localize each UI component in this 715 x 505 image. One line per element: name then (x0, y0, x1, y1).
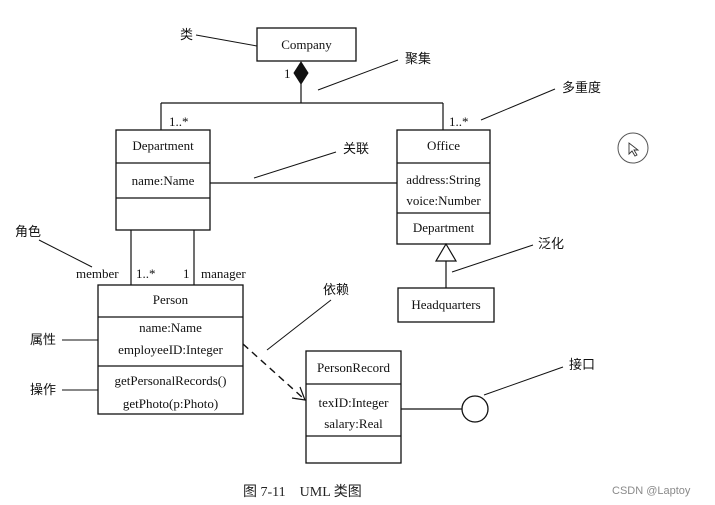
class-department: Department name:Name (115, 129, 211, 231)
class-department-name: Department (132, 138, 194, 153)
department-attribute: name:Name (132, 173, 195, 188)
annotation-interface-label: 接口 (569, 357, 595, 373)
office-operation: Department (413, 220, 475, 235)
multiplicity-member: 1..* (136, 266, 156, 281)
interface-circle (461, 395, 489, 423)
annotation-class-label: 类 (180, 28, 193, 43)
person-attribute-name: name:Name (139, 320, 202, 335)
generalization-connector (434, 242, 458, 288)
class-personrecord: PersonRecord texID:Integer salary:Real (305, 350, 402, 464)
class-personrecord-name: PersonRecord (317, 360, 390, 375)
annotation-multiplicity: 多重度 (480, 80, 601, 121)
annotation-operation-label: 操作 (30, 382, 56, 398)
annotation-attribute-label: 属性 (30, 333, 56, 348)
class-headquarters-name: Headquarters (411, 297, 480, 312)
interface-lollipop (401, 395, 489, 423)
class-office: Office address:String voice:Number Depar… (396, 129, 491, 245)
annotation-association-label: 关联 (343, 142, 369, 157)
dependency-connector (242, 343, 306, 401)
annotation-dependency-label: 依赖 (323, 283, 349, 298)
personrecord-attribute-texid: texID:Integer (318, 395, 389, 410)
aggregation-connector (160, 61, 444, 131)
multiplicity-manager: 1 (183, 266, 190, 281)
annotation-attribute: 属性 (30, 333, 98, 348)
annotation-class: 类 (180, 28, 258, 47)
annotation-role-label: 角色 (15, 224, 41, 240)
role-manager: manager (201, 266, 246, 281)
personrecord-attribute-salary: salary:Real (324, 416, 383, 431)
uml-class-diagram: Company 1 1..* 1..* Department name:Name… (15, 27, 691, 500)
person-operation-getphoto: getPhoto(p:Photo) (123, 396, 218, 411)
annotation-interface: 接口 (483, 357, 595, 396)
class-company-name: Company (281, 37, 332, 52)
annotation-generalization-label: 泛化 (538, 237, 564, 252)
annotation-association: 关联 (253, 142, 369, 179)
annotation-role: 角色 (15, 224, 93, 268)
annotation-multiplicity-label: 多重度 (562, 80, 601, 96)
office-attribute-voice: voice:Number (406, 193, 481, 208)
role-member: member (76, 266, 119, 281)
multiplicity-company: 1 (284, 66, 291, 81)
person-attribute-employeeid: employeeID:Integer (118, 342, 223, 357)
person-operation-getpersonalrecords: getPersonalRecords() (115, 373, 227, 388)
office-attribute-address: address:String (406, 172, 481, 187)
aggregation-diamond (293, 61, 309, 85)
class-person-name: Person (153, 292, 189, 307)
class-office-name: Office (427, 138, 460, 153)
annotation-aggregation-label: 聚集 (405, 51, 431, 67)
class-person: Person name:Name employeeID:Integer getP… (97, 284, 244, 415)
class-headquarters: Headquarters (397, 287, 495, 323)
annotation-dependency: 依赖 (266, 283, 349, 351)
generalization-arrowhead (434, 242, 458, 262)
multiplicity-department: 1..* (169, 114, 189, 129)
annotation-operation: 操作 (30, 382, 98, 398)
class-company: Company (256, 27, 357, 62)
figure-caption: 图 7-11 UML 类图 (243, 484, 362, 500)
watermark: CSDN @Laptoy (612, 485, 691, 497)
cursor-circle-icon (617, 132, 649, 164)
multiplicity-office: 1..* (449, 114, 469, 129)
